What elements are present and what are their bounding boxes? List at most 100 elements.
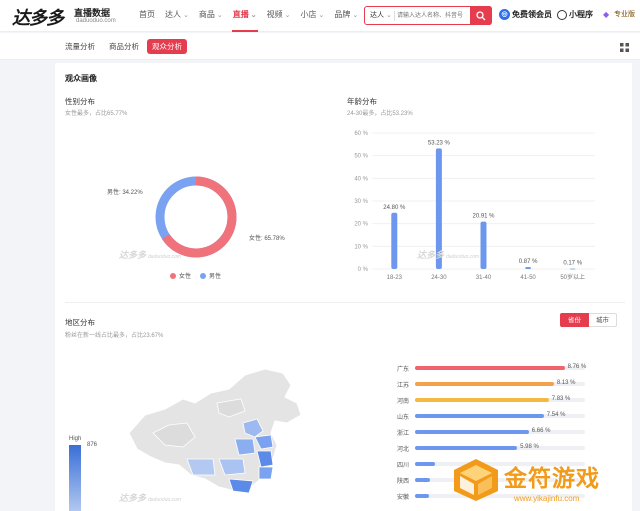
nav-item-3[interactable]: 直播 bbox=[228, 0, 262, 32]
province-bar[interactable] bbox=[415, 446, 518, 450]
age-bar-chart: 0 % 10 % 20 % 30 % 40 % 50 % 60 % 24.80 % 18-23 5… bbox=[354, 131, 595, 281]
scale-gradient bbox=[69, 445, 81, 511]
search-button[interactable] bbox=[470, 6, 492, 25]
legend-male[interactable]: 男性 bbox=[200, 271, 221, 280]
female-swatch bbox=[170, 272, 176, 279]
female-share-label: 女性: 65.78% bbox=[249, 236, 285, 242]
analysis-tabs: 流量分析 商品分析 观众分析 bbox=[0, 33, 640, 60]
diamond-icon: ◆ bbox=[603, 9, 610, 19]
vip-label: 免费领会员 bbox=[512, 10, 552, 19]
tab-traffic-analysis[interactable]: 流量分析 bbox=[60, 39, 100, 54]
logo[interactable]: 达多多 直播数据 daduoduo.com bbox=[12, 4, 122, 30]
province-bar[interactable] bbox=[415, 462, 436, 466]
mini-program-icon bbox=[557, 9, 567, 20]
tab-product-analysis[interactable]: 商品分析 bbox=[104, 39, 144, 54]
x-tick-label: 18-23 bbox=[387, 275, 403, 281]
legend-female[interactable]: 女性 bbox=[170, 271, 191, 280]
site-name: 金符游戏 bbox=[504, 466, 600, 492]
bar-value-label: 53.23 % bbox=[428, 140, 451, 146]
search-divider bbox=[394, 11, 395, 21]
scale-value: 876 bbox=[87, 442, 98, 448]
search-scope-select[interactable]: 达人 bbox=[370, 10, 392, 20]
x-tick-label: 24-30 bbox=[431, 275, 447, 281]
pro-label: 专业版 bbox=[614, 11, 635, 18]
province-name: 浙江 bbox=[396, 431, 409, 437]
tab-audience-analysis[interactable]: 观众分析 bbox=[147, 39, 187, 54]
province-name: 河南 bbox=[396, 399, 409, 405]
province-bar[interactable] bbox=[415, 398, 549, 402]
region-title: 地区分布 bbox=[65, 318, 95, 327]
age-bar[interactable] bbox=[525, 267, 532, 269]
y-tick-label: 40 % bbox=[354, 176, 368, 182]
province-name: 陕西 bbox=[396, 479, 409, 485]
cube-logo-icon bbox=[454, 459, 498, 501]
search-icon bbox=[476, 11, 486, 21]
province-name: 江苏 bbox=[396, 383, 409, 389]
map-region-henan[interactable] bbox=[234, 438, 256, 456]
y-tick-label: 0 % bbox=[358, 267, 369, 273]
toggle-province[interactable]: 省份 bbox=[560, 313, 589, 327]
brand-domain: daduoduo.com bbox=[76, 18, 116, 24]
province-bar[interactable] bbox=[415, 494, 429, 498]
province-name: 四川 bbox=[396, 463, 409, 469]
y-tick-label: 50 % bbox=[354, 154, 368, 160]
brand-name: 达多多 bbox=[12, 8, 64, 29]
china-map bbox=[128, 368, 302, 494]
bar-value-label: 0.87 % bbox=[519, 259, 538, 265]
vip-icon: ◎ bbox=[499, 9, 510, 20]
watermark-map: 达多多 daduoduo.com bbox=[119, 491, 181, 504]
age-bar[interactable] bbox=[569, 268, 576, 270]
pro-version-button[interactable]: ◆ 专业版 bbox=[603, 9, 635, 19]
province-bar[interactable] bbox=[415, 430, 529, 434]
nav-item-4[interactable]: 视频 bbox=[262, 0, 296, 32]
section-divider bbox=[65, 302, 625, 303]
region-toggle: 省份 城市 bbox=[560, 313, 617, 327]
region-summary: 粉丝在新一线占比最多，占比23.67% bbox=[65, 333, 164, 339]
y-tick-label: 20 % bbox=[354, 222, 368, 228]
watermark-domain: daduoduo.com bbox=[148, 497, 182, 503]
age-bar[interactable] bbox=[480, 221, 487, 269]
y-tick-label: 10 % bbox=[354, 244, 368, 250]
male-swatch bbox=[200, 272, 206, 279]
province-bar[interactable] bbox=[415, 414, 544, 418]
gender-title: 性别分布 bbox=[65, 97, 95, 106]
site-watermark-badge: 金符游戏 www.yikajinfu.com bbox=[448, 453, 634, 509]
watermark-text: 达多多 bbox=[119, 493, 147, 503]
audience-card: 观众画像 性别分布 女性最多，占比65.77% 男性: 34.22% 女性: 6… bbox=[55, 63, 632, 511]
nav-item-5[interactable]: 小店 bbox=[296, 0, 330, 32]
legend-female-label: 女性 bbox=[179, 274, 192, 280]
province-bar[interactable] bbox=[415, 366, 565, 370]
grid-icon[interactable] bbox=[620, 43, 629, 52]
mini-program-label: 小程序 bbox=[569, 10, 593, 19]
province-name: 广东 bbox=[396, 367, 409, 373]
watermark-domain: daduoduo.com bbox=[148, 254, 182, 260]
nav-item-0[interactable]: 首页 bbox=[134, 0, 160, 32]
province-bar[interactable] bbox=[415, 382, 554, 386]
map-region-guangdong[interactable] bbox=[228, 478, 254, 494]
province-value: 6.66 % bbox=[531, 428, 551, 434]
watermark-gender: 达多多 daduoduo.com bbox=[119, 248, 181, 261]
y-tick-label: 60 % bbox=[354, 131, 368, 137]
nav-item-1[interactable]: 达人 bbox=[160, 0, 194, 32]
section-title: 观众画像 bbox=[65, 74, 97, 83]
province-name: 安徽 bbox=[396, 495, 409, 501]
watermark-text: 达多多 bbox=[417, 250, 445, 260]
map-region-zhejiang[interactable] bbox=[258, 466, 274, 480]
x-tick-label: 41-50 bbox=[520, 275, 536, 281]
male-share-label: 男性: 34.22% bbox=[107, 190, 143, 196]
search-box: 达人 bbox=[364, 6, 492, 25]
toggle-city[interactable]: 城市 bbox=[589, 313, 617, 327]
watermark-domain: daduoduo.com bbox=[446, 254, 480, 260]
y-tick-label: 30 % bbox=[354, 199, 368, 205]
province-bar[interactable] bbox=[415, 478, 431, 482]
nav-item-2[interactable]: 商品 bbox=[194, 0, 228, 32]
free-vip-button[interactable]: ◎ 免费领会员 bbox=[499, 9, 552, 20]
mini-program-button[interactable]: 小程序 bbox=[557, 9, 593, 20]
age-bar[interactable] bbox=[391, 212, 398, 269]
nav-item-6[interactable]: 品牌 bbox=[329, 0, 363, 32]
watermark-text: 达多多 bbox=[119, 250, 147, 260]
search-input[interactable] bbox=[397, 9, 467, 22]
watermark-age: 达多多 daduoduo.com bbox=[417, 248, 479, 261]
province-value: 7.83 % bbox=[551, 396, 571, 402]
province-name: 河北 bbox=[396, 447, 409, 453]
